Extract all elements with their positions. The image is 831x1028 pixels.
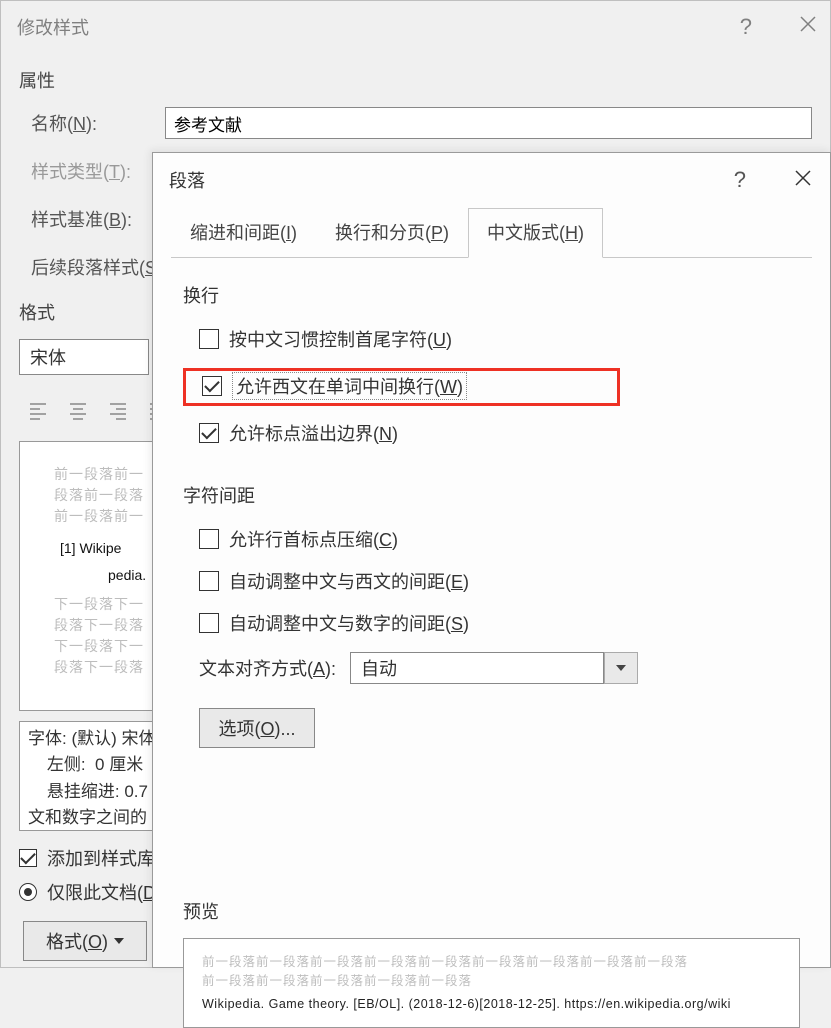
tab-asian-typography[interactable]: 中文版式(H)	[468, 208, 603, 258]
opt-allow-latin-wrap[interactable]: 允许西文在单词中间换行(W)	[200, 372, 611, 400]
paragraph-title: 段落	[169, 167, 205, 193]
align-left-icon[interactable]	[23, 395, 53, 425]
help-icon[interactable]: ?	[734, 167, 746, 193]
tab-indent-spacing[interactable]: 缩进和间距(I)	[171, 208, 316, 258]
checkbox-icon	[19, 849, 37, 867]
style-base-label: 样式基准(B):	[19, 206, 165, 232]
paragraph-titlebar: 段落 ?	[153, 153, 830, 207]
charspacing-group-label: 字符间距	[183, 482, 800, 508]
paragraph-window: 段落 ? 缩进和间距(I) 换行和分页(P) 中文版式(H) 换行 按中文习惯控…	[152, 152, 831, 968]
checkbox-icon	[199, 529, 219, 549]
linebreak-group-label: 换行	[183, 282, 800, 308]
opt-punct-overflow[interactable]: 允许标点溢出边界(N)	[183, 420, 800, 446]
style-type-label: 样式类型(T):	[19, 158, 165, 184]
chevron-down-icon	[114, 938, 124, 944]
text-align-chevron-icon[interactable]	[604, 652, 638, 684]
close-icon[interactable]	[792, 167, 814, 194]
font-combo[interactable]: 宋体	[19, 339, 149, 375]
align-right-icon[interactable]	[103, 395, 133, 425]
checkbox-icon	[199, 571, 219, 591]
next-style-label: 后续段落样式(S	[19, 254, 157, 280]
opt-compress-first-punct[interactable]: 允许行首标点压缩(C)	[183, 526, 800, 552]
checkbox-icon	[199, 613, 219, 633]
radio-icon	[19, 883, 37, 901]
highlight-allow-latin-wrap: 允许西文在单词中间换行(W)	[183, 368, 620, 406]
options-button[interactable]: 选项(O)...	[199, 708, 315, 748]
tabstrip: 缩进和间距(I) 换行和分页(P) 中文版式(H)	[171, 207, 812, 258]
modify-style-title: 修改样式	[13, 14, 89, 40]
opt-first-last-char[interactable]: 按中文习惯控制首尾字符(U)	[183, 326, 800, 352]
name-input[interactable]	[165, 107, 812, 139]
opt-auto-space-latin[interactable]: 自动调整中文与西文的间距(E)	[183, 568, 800, 594]
help-icon[interactable]: ?	[740, 14, 752, 40]
properties-section-label: 属性	[19, 67, 812, 93]
checkbox-icon	[199, 423, 219, 443]
preview-label: 预览	[183, 898, 800, 924]
name-label: 名称(N):	[19, 110, 165, 136]
text-align-combo[interactable]: 自动	[350, 652, 604, 684]
paragraph-preview-box: 前一段落前一段落前一段落前一段落前一段落前一段落前一段落前一段落前一段落 前一段…	[183, 938, 800, 1028]
checkbox-icon	[202, 376, 222, 396]
format-dropdown-button[interactable]: 格式(O)	[23, 921, 147, 961]
close-icon[interactable]	[798, 14, 818, 40]
align-center-icon[interactable]	[63, 395, 93, 425]
modify-style-titlebar: 修改样式 ?	[1, 1, 830, 53]
checkbox-icon	[199, 329, 219, 349]
text-align-label: 文本对齐方式(A):	[199, 655, 336, 681]
opt-auto-space-digit[interactable]: 自动调整中文与数字的间距(S)	[183, 610, 800, 636]
tab-line-page-breaks[interactable]: 换行和分页(P)	[316, 208, 468, 258]
